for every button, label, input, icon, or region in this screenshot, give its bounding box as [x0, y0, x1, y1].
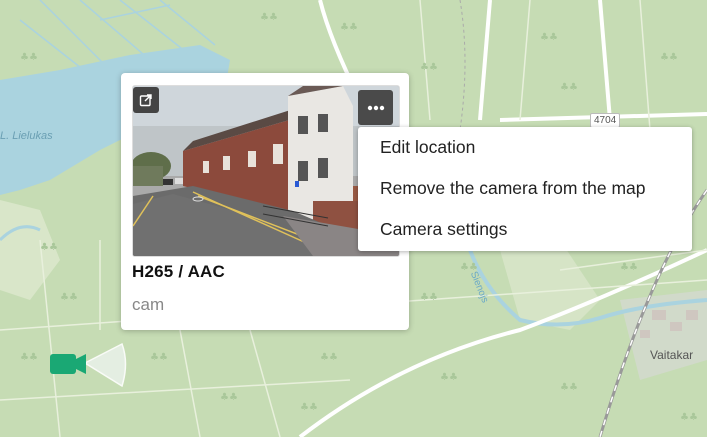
- camera-view-cone: [83, 342, 127, 388]
- open-in-new-icon: [139, 94, 152, 107]
- camera-name: cam: [132, 295, 165, 314]
- lake-label: L. Lielukas: [0, 130, 53, 142]
- svg-text:♣♣: ♣♣: [150, 352, 168, 363]
- svg-text:♣♣: ♣♣: [420, 292, 438, 303]
- svg-text:♣♣: ♣♣: [20, 52, 38, 63]
- svg-text:♣♣: ♣♣: [260, 12, 278, 23]
- road-number-badge: 4704: [590, 113, 621, 128]
- svg-text:♣♣: ♣♣: [320, 352, 338, 363]
- svg-text:♣♣: ♣♣: [680, 412, 698, 423]
- svg-text:♣♣: ♣♣: [440, 372, 458, 383]
- codec-label: H265 / AAC: [132, 262, 226, 281]
- svg-text:♣♣: ♣♣: [60, 292, 78, 303]
- svg-text:♣♣: ♣♣: [40, 242, 58, 253]
- camera-marker[interactable]: [47, 340, 127, 390]
- menu-item-camera-settings[interactable]: Camera settings: [380, 219, 507, 240]
- svg-text:♣♣: ♣♣: [220, 392, 238, 403]
- camera-context-menu: Edit location Remove the camera from the…: [358, 127, 692, 251]
- svg-text:♣♣: ♣♣: [340, 22, 358, 33]
- svg-text:♣♣: ♣♣: [620, 262, 638, 273]
- open-in-new-button[interactable]: [133, 87, 159, 113]
- svg-text:♣♣: ♣♣: [20, 352, 38, 363]
- svg-text:♣♣: ♣♣: [420, 62, 438, 73]
- more-options-button[interactable]: [358, 90, 393, 125]
- svg-text:♣♣: ♣♣: [300, 402, 318, 413]
- village-label: Vaitakar: [650, 348, 694, 362]
- video-camera-icon: [50, 354, 76, 374]
- svg-text:♣♣: ♣♣: [660, 52, 678, 63]
- menu-item-edit-location[interactable]: Edit location: [380, 137, 475, 158]
- svg-text:♣♣: ♣♣: [540, 32, 558, 43]
- svg-text:♣♣: ♣♣: [560, 82, 578, 93]
- more-horizontal-icon: [367, 105, 384, 110]
- menu-item-remove-camera[interactable]: Remove the camera from the map: [380, 178, 646, 199]
- svg-text:♣♣: ♣♣: [560, 382, 578, 393]
